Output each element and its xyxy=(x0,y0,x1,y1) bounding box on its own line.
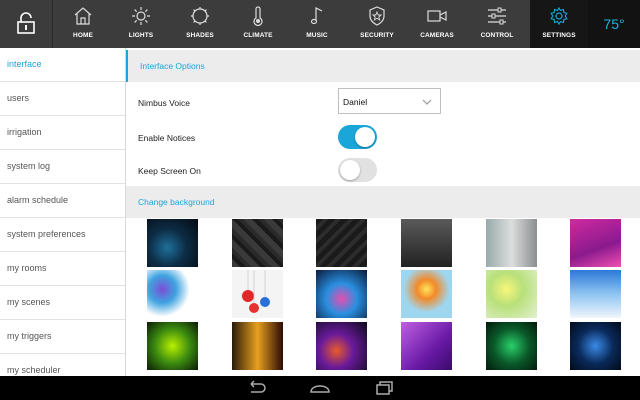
paint-drops-graphic xyxy=(242,270,270,313)
interface-options-header: Interface Options xyxy=(126,50,640,82)
sidebar-item-label: my scenes xyxy=(7,297,51,307)
sidebar-item-label: system log xyxy=(7,161,51,171)
toggle-knob xyxy=(355,127,375,147)
nav-music-label: MUSIC xyxy=(306,32,328,39)
background-thumbnail[interactable] xyxy=(232,270,283,318)
nav-security[interactable]: SECURITY xyxy=(348,0,406,48)
top-nav-bar: HOME LIGHTS SHADES CLIMATE MUSIC SECURIT… xyxy=(0,0,640,48)
system-navigation-bar xyxy=(0,376,640,400)
home-icon xyxy=(74,7,92,25)
keep-screen-on-toggle[interactable] xyxy=(338,158,377,182)
sidebar-item-label: users xyxy=(7,93,30,103)
sliders-icon xyxy=(488,7,506,25)
temperature-display[interactable]: 75° xyxy=(588,0,640,48)
toggle-knob xyxy=(340,160,360,180)
nav-cameras[interactable]: CAMERAS xyxy=(408,0,466,48)
nav-climate-label: CLIMATE xyxy=(243,32,273,39)
thermometer-icon xyxy=(253,6,263,26)
sidebar-item-my-scenes[interactable]: my scenes xyxy=(0,286,125,320)
shade-icon xyxy=(191,7,209,25)
background-thumbnail[interactable] xyxy=(570,270,621,318)
sidebar-item-label: alarm schedule xyxy=(7,195,69,205)
sidebar-item-label: interface xyxy=(7,59,42,69)
shield-icon xyxy=(369,6,385,26)
nav-shades[interactable]: SHADES xyxy=(171,0,229,48)
nav-lights[interactable]: LIGHTS xyxy=(112,0,170,48)
nav-home-label: HOME xyxy=(73,32,93,39)
nav-security-label: SECURITY xyxy=(360,32,394,39)
background-thumbnail[interactable] xyxy=(401,219,452,267)
lock-button[interactable] xyxy=(0,0,53,48)
sidebar-item-alarm-schedule[interactable]: alarm schedule xyxy=(0,184,125,218)
sidebar-item-label: my triggers xyxy=(7,331,52,341)
chevron-down-icon xyxy=(422,99,432,105)
nav-control-label: CONTROL xyxy=(480,32,514,39)
background-thumbnail[interactable] xyxy=(570,322,621,370)
nav-climate[interactable]: CLIMATE xyxy=(229,0,287,48)
nav-settings-label: SETTINGS xyxy=(542,32,576,39)
music-note-icon xyxy=(310,7,323,25)
background-thumbnail[interactable] xyxy=(486,219,537,267)
background-thumbnail[interactable] xyxy=(232,219,283,267)
background-thumbnail[interactable] xyxy=(401,322,452,370)
sidebar-item-label: my rooms xyxy=(7,263,47,273)
nav-control[interactable]: CONTROL xyxy=(468,0,526,48)
gear-icon xyxy=(550,6,568,26)
voice-label: Nimbus Voice xyxy=(138,98,190,108)
sidebar-item-my-rooms[interactable]: my rooms xyxy=(0,252,125,286)
sidebar-item-my-triggers[interactable]: my triggers xyxy=(0,320,125,354)
background-thumbnail[interactable] xyxy=(570,219,621,267)
nav-shades-label: SHADES xyxy=(186,32,214,39)
background-thumbnail[interactable] xyxy=(147,219,198,267)
settings-sidebar: interface users irrigation system log al… xyxy=(0,48,126,376)
camera-icon xyxy=(427,10,447,22)
nav-lights-label: LIGHTS xyxy=(128,32,154,39)
sidebar-item-system-log[interactable]: system log xyxy=(0,150,125,184)
nav-cameras-label: CAMERAS xyxy=(420,32,454,39)
lock-icon xyxy=(17,12,35,34)
change-background-header: Change background xyxy=(126,186,640,218)
nav-home[interactable]: HOME xyxy=(54,0,112,48)
nav-settings[interactable]: SETTINGS xyxy=(530,0,588,48)
sidebar-item-label: system preferences xyxy=(7,229,86,239)
back-icon[interactable] xyxy=(245,380,267,396)
enable-notices-toggle[interactable] xyxy=(338,125,377,149)
home-button-icon[interactable] xyxy=(309,380,331,396)
sidebar-item-users[interactable]: users xyxy=(0,82,125,116)
background-thumbnail[interactable] xyxy=(316,219,367,267)
section-title: Interface Options xyxy=(140,61,205,71)
sidebar-item-interface[interactable]: interface xyxy=(0,48,125,82)
background-thumbnail[interactable] xyxy=(316,322,367,370)
recents-icon[interactable] xyxy=(374,380,396,396)
sidebar-item-irrigation[interactable]: irrigation xyxy=(0,116,125,150)
background-thumbnail[interactable] xyxy=(232,322,283,370)
settings-content: Interface Options Nimbus Voice Daniel En… xyxy=(126,48,640,376)
sidebar-item-label: my scheduler xyxy=(7,365,61,375)
keep-screen-label: Keep Screen On xyxy=(138,166,201,176)
background-thumbnail[interactable] xyxy=(486,322,537,370)
background-thumbnail[interactable] xyxy=(486,270,537,318)
sidebar-item-label: irrigation xyxy=(7,127,42,137)
sidebar-item-system-preferences[interactable]: system preferences xyxy=(0,218,125,252)
section-title: Change background xyxy=(138,197,215,207)
sidebar-item-my-scheduler[interactable]: my scheduler xyxy=(0,354,125,376)
background-thumbnail[interactable] xyxy=(147,322,198,370)
voice-select-value: Daniel xyxy=(343,97,368,107)
notices-label: Enable Notices xyxy=(138,133,196,143)
background-thumbnail[interactable] xyxy=(316,270,367,318)
background-thumbnail[interactable] xyxy=(401,270,452,318)
background-thumbnail[interactable] xyxy=(147,270,198,318)
nav-music[interactable]: MUSIC xyxy=(288,0,346,48)
voice-select[interactable]: Daniel xyxy=(338,88,441,114)
sun-icon xyxy=(132,7,150,25)
